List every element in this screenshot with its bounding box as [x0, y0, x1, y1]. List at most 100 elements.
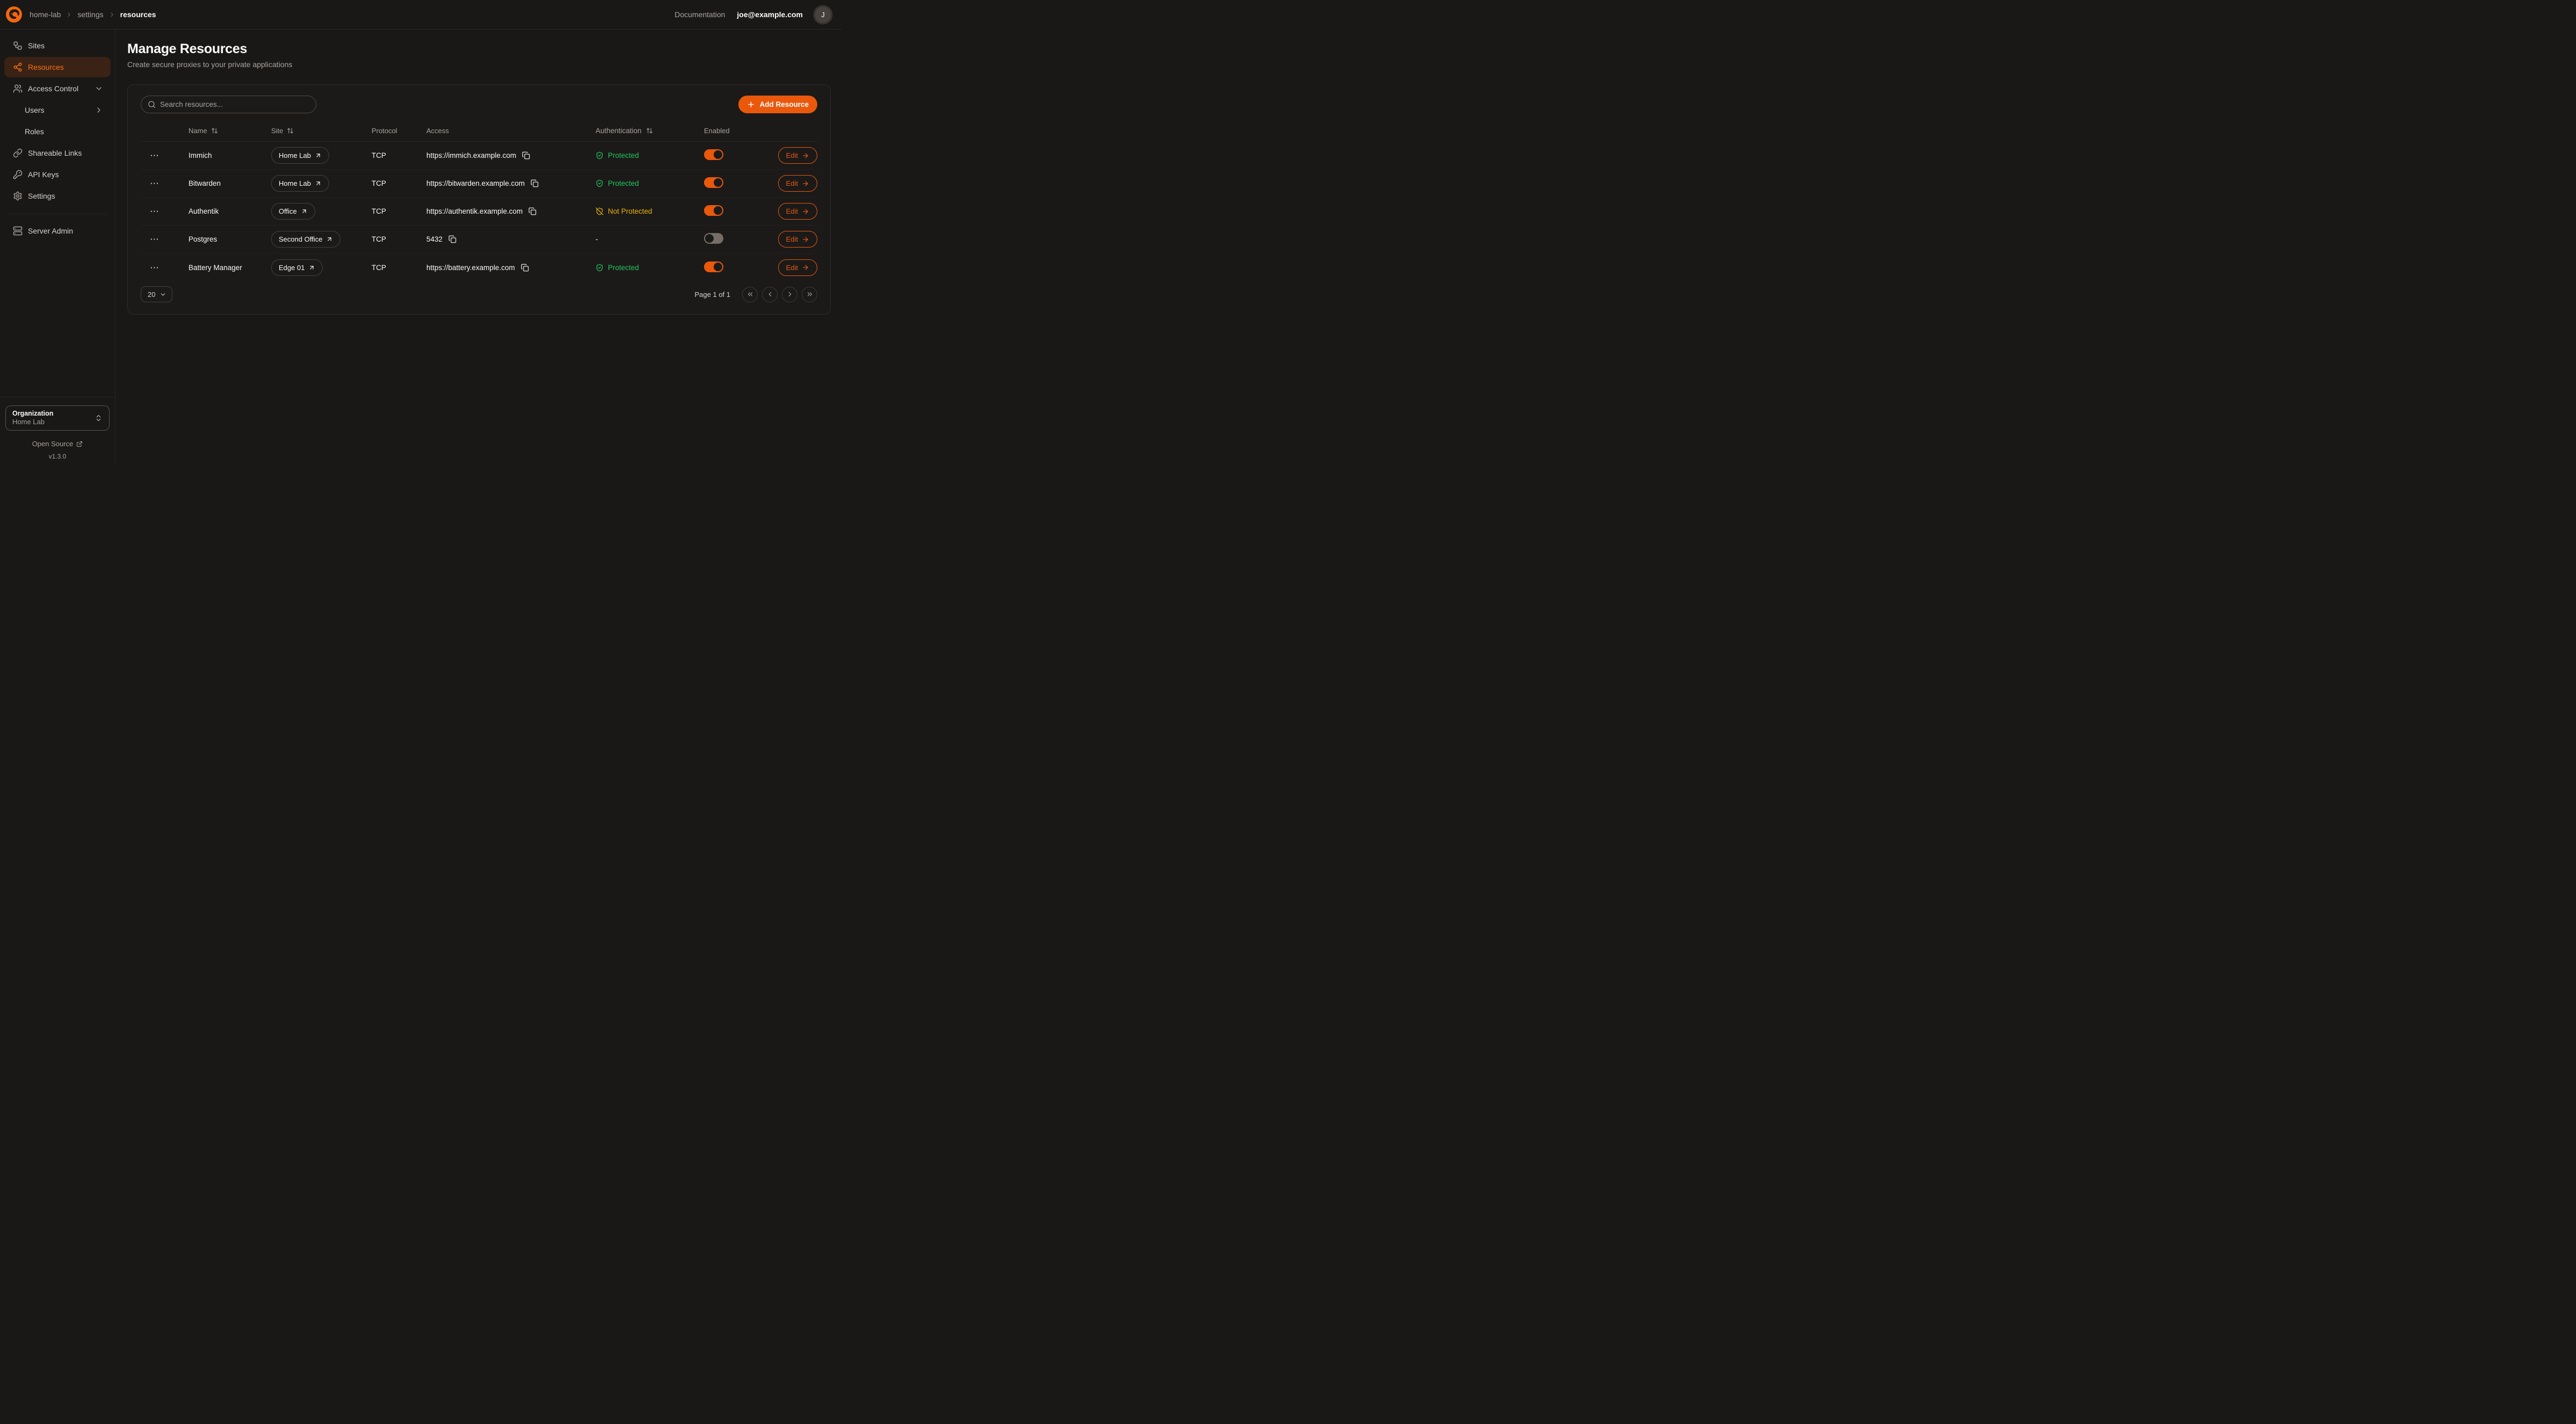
copy-icon[interactable]: [520, 263, 530, 273]
previous-page-button[interactable]: [762, 287, 778, 302]
edit-button[interactable]: Edit: [778, 231, 817, 248]
site-link[interactable]: Office: [271, 203, 315, 220]
first-page-button[interactable]: [742, 287, 758, 302]
copy-icon[interactable]: [521, 150, 531, 161]
plus-icon: [747, 100, 755, 108]
table-body: ⋯ Immich Home Lab TCP https://immich.exa…: [141, 142, 817, 281]
column-header-enabled: Enabled: [704, 127, 763, 135]
page-size-select[interactable]: 20: [141, 286, 172, 302]
auth-status-label: Not Protected: [608, 207, 652, 215]
enabled-toggle[interactable]: [704, 205, 723, 216]
server-icon: [13, 226, 23, 236]
arrow-right-icon: [802, 152, 809, 159]
waypoints-icon: [13, 62, 23, 72]
sidebar-item-label: Sites: [28, 41, 45, 50]
sidebar-item-label: Resources: [28, 63, 64, 71]
sort-icon: [287, 127, 294, 134]
sidebar-item-api-keys[interactable]: API Keys: [4, 164, 111, 185]
resources-card: Add Resource Name Site: [127, 84, 831, 315]
chevrons-up-down-icon: [95, 414, 103, 422]
copy-icon[interactable]: [447, 234, 458, 244]
org-selector-value: Home Lab: [12, 418, 53, 427]
row-actions-button[interactable]: ⋯: [148, 262, 162, 273]
row-actions-button[interactable]: ⋯: [148, 206, 162, 217]
breadcrumb-settings[interactable]: settings: [77, 10, 103, 19]
auth-status: Protected: [596, 179, 704, 187]
row-actions-button[interactable]: ⋯: [148, 178, 162, 189]
gear-icon: [13, 191, 23, 201]
resource-access-url: 5432: [426, 235, 442, 243]
copy-icon[interactable]: [527, 206, 538, 216]
sidebar-item-label: Server Admin: [28, 227, 73, 235]
chevron-left-icon: [766, 290, 774, 298]
site-link[interactable]: Home Lab: [271, 147, 329, 164]
site-link[interactable]: Home Lab: [271, 175, 329, 192]
resource-access-url: https://bitwarden.example.com: [426, 179, 525, 187]
auth-status: Not Protected: [596, 207, 704, 215]
resource-access-url: https://authentik.example.com: [426, 207, 523, 215]
org-selector[interactable]: Organization Home Lab: [5, 405, 110, 431]
users-icon: [13, 84, 23, 93]
search-icon: [148, 100, 156, 108]
search-input[interactable]: [160, 100, 309, 108]
enabled-toggle[interactable]: [704, 261, 723, 272]
edit-button[interactable]: Edit: [778, 147, 817, 164]
edit-button[interactable]: Edit: [778, 259, 817, 276]
enabled-toggle[interactable]: [704, 149, 723, 160]
resource-name: Authentik: [181, 207, 271, 215]
add-resource-button[interactable]: Add Resource: [738, 96, 817, 113]
table-row: ⋯ Immich Home Lab TCP https://immich.exa…: [141, 142, 817, 170]
resource-name: Postgres: [181, 235, 271, 243]
resource-protocol: TCP: [372, 264, 426, 272]
sidebar-item-users[interactable]: Users: [4, 100, 111, 120]
auth-status-label: -: [596, 235, 598, 243]
breadcrumb-separator-icon: [108, 11, 115, 18]
site-link[interactable]: Second Office: [271, 231, 340, 248]
page-info: Page 1 of 1: [695, 290, 731, 299]
pangolin-logo-icon: [6, 6, 22, 23]
open-source-link[interactable]: Open Source: [5, 440, 110, 448]
sidebar-footer: Organization Home Lab Open Source v1.3.0: [0, 397, 115, 460]
auth-status-label: Protected: [608, 151, 639, 159]
key-icon: [13, 170, 23, 179]
resource-access-url: https://battery.example.com: [426, 264, 515, 272]
auth-status: Protected: [596, 151, 704, 159]
sidebar-item-settings[interactable]: Settings: [4, 186, 111, 206]
sidebar-item-roles[interactable]: Roles: [4, 121, 111, 142]
page-subtitle: Create secure proxies to your private ap…: [127, 60, 831, 69]
column-header-name[interactable]: Name: [181, 127, 271, 135]
site-link[interactable]: Edge 01: [271, 259, 323, 276]
sidebar-item-resources[interactable]: Resources: [4, 57, 111, 77]
sidebar-item-server-admin[interactable]: Server Admin: [4, 221, 111, 241]
column-header-site[interactable]: Site: [271, 127, 372, 135]
org-selector-title: Organization: [12, 409, 53, 418]
link-icon: [13, 148, 23, 158]
column-header-authentication[interactable]: Authentication: [596, 127, 704, 135]
next-page-button[interactable]: [782, 287, 797, 302]
enabled-toggle[interactable]: [704, 233, 723, 244]
table-row: ⋯ Battery Manager Edge 01 TCP https://ba…: [141, 253, 817, 281]
resource-protocol: TCP: [372, 179, 426, 187]
sidebar-item-sites[interactable]: Sites: [4, 35, 111, 56]
edit-button[interactable]: Edit: [778, 175, 817, 192]
breadcrumb-org[interactable]: home-lab: [30, 10, 61, 19]
edit-button[interactable]: Edit: [778, 203, 817, 220]
enabled-toggle[interactable]: [704, 177, 723, 188]
documentation-link[interactable]: Documentation: [674, 10, 725, 19]
chevron-down-icon: [159, 291, 166, 298]
arrow-up-right-icon: [308, 264, 315, 271]
row-actions-button[interactable]: ⋯: [148, 150, 162, 161]
sidebar-item-access-control[interactable]: Access Control: [4, 78, 111, 99]
shield-check-icon: [596, 151, 604, 159]
last-page-button[interactable]: [802, 287, 817, 302]
sidebar-item-shareable-links[interactable]: Shareable Links: [4, 143, 111, 163]
auth-status: -: [596, 235, 704, 243]
app-window: home-lab settings resources Documentatio…: [0, 0, 842, 466]
avatar[interactable]: J: [815, 6, 831, 23]
sort-icon: [646, 127, 653, 134]
auth-status-label: Protected: [608, 179, 639, 187]
workflow-icon: [13, 41, 23, 50]
copy-icon[interactable]: [529, 178, 540, 188]
arrow-right-icon: [802, 264, 809, 271]
row-actions-button[interactable]: ⋯: [148, 234, 162, 245]
